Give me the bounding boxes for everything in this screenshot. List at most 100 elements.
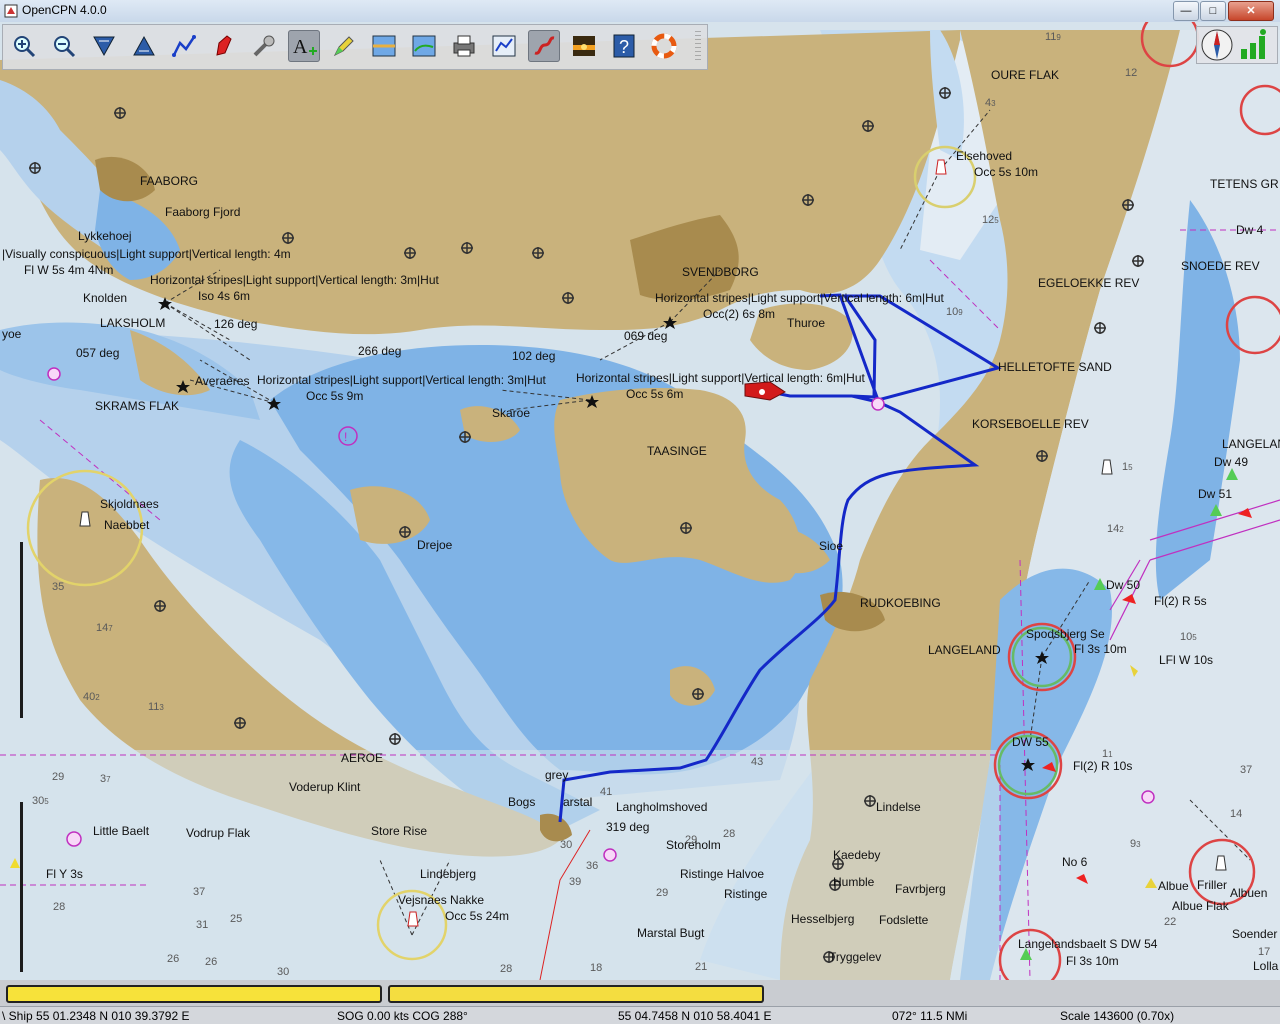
chart-label: Skaroe bbox=[492, 406, 530, 420]
title-bar: OpenCPN 4.0.0 — □ ✕ bbox=[0, 0, 1280, 23]
wrench-icon bbox=[253, 35, 275, 57]
svg-text:43: 43 bbox=[751, 756, 763, 768]
svg-text:30: 30 bbox=[277, 966, 289, 978]
chart-label: Vodrup Flak bbox=[186, 826, 251, 840]
chart-label: Vejsnaes Nakke bbox=[398, 893, 484, 907]
chart-label: Albue bbox=[1158, 879, 1189, 893]
help-button[interactable]: ? bbox=[608, 30, 640, 62]
scale-in-button[interactable] bbox=[88, 30, 120, 62]
text-button[interactable]: A bbox=[288, 30, 320, 62]
chart-label: Horizontal stripes|Light support|Vertica… bbox=[576, 371, 865, 385]
toolbar-grip[interactable] bbox=[695, 31, 701, 63]
svg-text:18: 18 bbox=[590, 962, 602, 974]
chart-label: KORSEBOELLE REV bbox=[972, 417, 1089, 431]
chart-quilt-bar-secondary[interactable] bbox=[388, 985, 764, 1003]
print-icon bbox=[453, 35, 475, 57]
zoom-out-button[interactable] bbox=[48, 30, 80, 62]
chart-label: RUDKOEBING bbox=[860, 596, 941, 610]
track-icon bbox=[534, 36, 555, 55]
cursor-position: 55 04.7458 N 010 58.4041 E bbox=[618, 1009, 772, 1023]
sunset-icon bbox=[573, 36, 595, 56]
zoom-in-button[interactable] bbox=[8, 30, 40, 62]
chart-label: Friller bbox=[1197, 878, 1227, 892]
svg-text:36: 36 bbox=[586, 860, 598, 872]
chart-label: Kaedeby bbox=[833, 848, 880, 862]
chart-label: Lindebjerg bbox=[420, 867, 476, 881]
chart-label: EGELOEKKE REV bbox=[1038, 276, 1139, 290]
route-button[interactable] bbox=[168, 30, 200, 62]
chart-label: Horizontal stripes|Light support|Vertica… bbox=[257, 373, 546, 387]
chart-label: Fl(2) R 5s bbox=[1154, 594, 1207, 608]
route-manager-icon bbox=[492, 35, 516, 57]
chart-label: OURE FLAK bbox=[991, 68, 1059, 82]
minimize-button[interactable]: — bbox=[1173, 1, 1199, 21]
chart-label: Spodsbjerg Se bbox=[1026, 627, 1105, 641]
svg-text:12: 12 bbox=[1125, 67, 1137, 79]
scale-in-icon bbox=[93, 36, 115, 57]
svg-text:26: 26 bbox=[167, 953, 179, 965]
current-button[interactable] bbox=[408, 30, 440, 62]
chart-label: Bogs bbox=[508, 795, 535, 809]
chart-label: Dw 51 bbox=[1198, 487, 1232, 501]
maximize-button[interactable]: □ bbox=[1200, 1, 1226, 21]
current-icon bbox=[412, 35, 436, 57]
svg-text:43: 43 bbox=[985, 97, 996, 109]
auto-follow-button[interactable] bbox=[208, 30, 240, 62]
chart-bar bbox=[0, 980, 1280, 1006]
chart-label: 266 deg bbox=[358, 344, 401, 358]
cursor-bearing-distance: 072° 11.5 NMi bbox=[892, 1009, 968, 1023]
compass-widget[interactable] bbox=[1196, 26, 1278, 64]
chart-label: HELLETOFTE SAND bbox=[998, 360, 1112, 374]
chart-label: Tryggelev bbox=[829, 950, 881, 964]
main-toolbar: A ? bbox=[2, 24, 708, 70]
mob-button[interactable] bbox=[648, 30, 680, 62]
chart-quilt-indicator bbox=[20, 542, 23, 718]
sog-cog: SOG 0.00 kts COG 288° bbox=[337, 1009, 468, 1023]
chart-label: Horizontal stripes|Light support|Vertica… bbox=[150, 273, 439, 287]
svg-text:21: 21 bbox=[695, 961, 707, 973]
svg-text:22: 22 bbox=[1164, 916, 1176, 928]
chart-label: yoe bbox=[2, 327, 22, 341]
svg-text:41: 41 bbox=[600, 786, 612, 798]
svg-text:28: 28 bbox=[53, 901, 65, 913]
svg-text:30: 30 bbox=[560, 839, 572, 851]
chart-label: Occ 5s 24m bbox=[445, 909, 509, 923]
chart-label: TETENS GR bbox=[1210, 177, 1279, 191]
svg-text:?: ? bbox=[619, 37, 629, 57]
scale-out-button[interactable] bbox=[128, 30, 160, 62]
nautical-chart[interactable]: 1191243 125109 15142 10511 9337 402113 1… bbox=[0, 22, 1280, 980]
chart-canvas[interactable]: 119 12 43 125 109 15 142 105 11 93 37 402 113 1… bbox=[0, 22, 1280, 980]
print-button[interactable] bbox=[448, 30, 480, 62]
svg-text:39: 39 bbox=[569, 876, 581, 888]
chart-label: Drejoe bbox=[417, 538, 453, 552]
chart-label: FAABORG bbox=[140, 174, 198, 188]
tide-icon bbox=[372, 35, 396, 57]
lifebuoy-icon bbox=[651, 33, 677, 59]
route-manager-button[interactable] bbox=[488, 30, 520, 62]
svg-text:37: 37 bbox=[1240, 764, 1252, 776]
chart-label: Fl 3s 10m bbox=[1074, 642, 1127, 656]
chart-label: 319 deg bbox=[606, 820, 649, 834]
svg-text:119: 119 bbox=[1045, 31, 1061, 43]
zoom-out-icon bbox=[54, 36, 76, 58]
settings-button[interactable] bbox=[248, 30, 280, 62]
chart-label: Occ(2) 6s 8m bbox=[703, 307, 775, 321]
color-scheme-button[interactable] bbox=[568, 30, 600, 62]
close-button[interactable]: ✕ bbox=[1228, 1, 1274, 21]
chart-label: Lykkehoej bbox=[78, 229, 132, 243]
svg-text:17: 17 bbox=[1258, 946, 1270, 958]
svg-text:113: 113 bbox=[148, 701, 164, 713]
current-tide-button[interactable] bbox=[328, 30, 360, 62]
tide-button[interactable] bbox=[368, 30, 400, 62]
text-icon: A bbox=[293, 36, 317, 58]
track-button[interactable] bbox=[528, 30, 560, 62]
chart-label: LFl W 10s bbox=[1159, 653, 1213, 667]
chart-quilt-bar-primary[interactable] bbox=[6, 985, 382, 1003]
chart-label: Langelandsbaelt S DW 54 bbox=[1018, 937, 1158, 951]
chart-label: Fodslette bbox=[879, 913, 929, 927]
chart-label: Ristinge Halvoe bbox=[680, 867, 764, 881]
chart-label: Horizontal stripes|Light support|Vertica… bbox=[655, 291, 944, 305]
chart-label: Soender bbox=[1232, 927, 1277, 941]
chart-label: Dw 50 bbox=[1106, 578, 1140, 592]
chart-label: AEROE bbox=[341, 751, 383, 765]
